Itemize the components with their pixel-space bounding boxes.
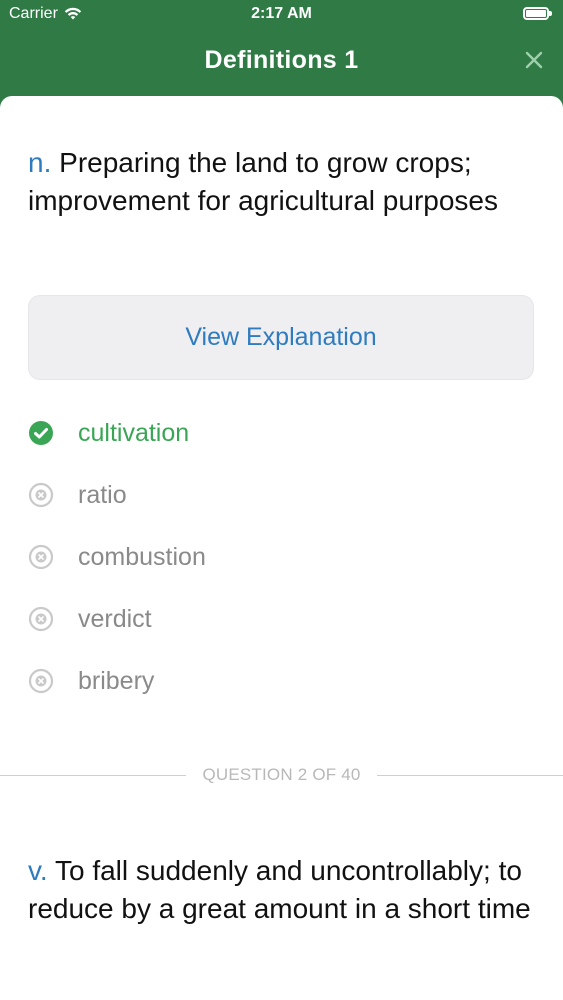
answer-label: ratio xyxy=(78,480,127,509)
question-progress-divider: QUESTION 2 OF 40 xyxy=(0,761,563,789)
question-progress-label: QUESTION 2 OF 40 xyxy=(202,765,361,784)
quiz-sheet: n. Preparing the land to grow crops; imp… xyxy=(0,96,563,1000)
answer-option-ratio[interactable]: ratio xyxy=(28,464,534,526)
status-time: 2:17 AM xyxy=(251,5,312,22)
x-circle-icon xyxy=(28,544,54,570)
answer-label: cultivation xyxy=(78,418,190,447)
view-explanation-button[interactable]: View Explanation xyxy=(28,295,534,380)
answer-list: cultivation ratio combustion verdict bri… xyxy=(28,402,534,712)
close-icon xyxy=(525,51,543,69)
question-2-definition: To fall suddenly and uncontrollably; to … xyxy=(28,855,531,924)
answer-option-combustion[interactable]: combustion xyxy=(28,526,534,588)
answer-label: verdict xyxy=(78,604,152,633)
question-1-definition: Preparing the land to grow crops; improv… xyxy=(28,147,498,216)
divider-line xyxy=(376,774,563,776)
battery-icon xyxy=(523,7,552,20)
question-1-text: n. Preparing the land to grow crops; imp… xyxy=(28,144,548,220)
answer-option-cultivation[interactable]: cultivation xyxy=(28,402,534,464)
status-bar: Carrier 2:17 AM xyxy=(0,0,563,30)
answer-option-verdict[interactable]: verdict xyxy=(28,588,534,650)
divider-line xyxy=(0,774,187,776)
x-circle-icon xyxy=(28,668,54,694)
question-1-part-of-speech: n. xyxy=(28,147,52,178)
question-2-part-of-speech: v. xyxy=(28,855,48,886)
nav-bar: Definitions 1 xyxy=(0,30,563,96)
question-2-text: v. To fall suddenly and uncontrollably; … xyxy=(28,852,548,928)
x-circle-icon xyxy=(28,482,54,508)
close-button[interactable] xyxy=(519,45,549,75)
check-circle-icon xyxy=(28,420,54,446)
x-circle-icon xyxy=(28,606,54,632)
answer-option-bribery[interactable]: bribery xyxy=(28,650,534,712)
answer-label: bribery xyxy=(78,666,155,695)
answer-label: combustion xyxy=(78,542,206,571)
page-title: Definitions 1 xyxy=(204,46,359,74)
